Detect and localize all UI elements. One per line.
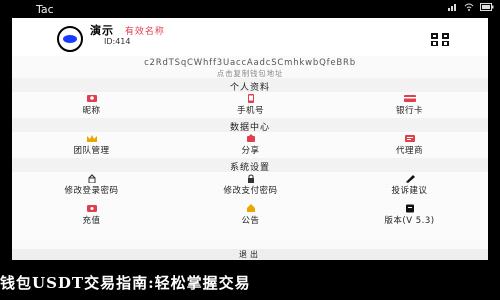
signal-icon xyxy=(448,4,456,11)
menu-share-label: 分享 xyxy=(241,146,260,156)
status-icons xyxy=(448,3,494,11)
section-title-data-center: 数据中心 xyxy=(12,118,488,133)
menu-nickname-label: 昵称 xyxy=(82,106,101,116)
settings-menu-row: 修改登录密码 修改支付密码 投诉建议 xyxy=(12,172,488,198)
section-title-profile: 个人资料 xyxy=(12,78,488,93)
caption-text: 钱包USDT交易指南:轻松掌握交易 xyxy=(0,274,251,292)
username-text: 演示 xyxy=(90,24,114,37)
battery-icon xyxy=(480,3,494,11)
login-lock-icon xyxy=(88,174,95,183)
qrcode-icon[interactable] xyxy=(431,33,451,46)
agent-icon xyxy=(404,135,415,142)
username: 演示 有效名称 xyxy=(90,22,165,38)
status-bar: Tac xyxy=(0,0,500,18)
notice-icon xyxy=(246,204,255,212)
menu-version[interactable]: 版本(V 5.3) xyxy=(330,198,489,240)
menu-notice-label: 公告 xyxy=(241,216,260,226)
wifi-icon xyxy=(464,3,474,11)
menu-bank-card-label: 银行卡 xyxy=(395,106,423,116)
profile-menu-row: 昵称 手机号 银行卡 xyxy=(12,92,488,118)
username-badge: 有效名称 xyxy=(124,27,165,37)
menu-agent[interactable]: 代理商 xyxy=(330,132,489,158)
menu-share[interactable]: 分享 xyxy=(171,132,330,158)
menu-nickname[interactable]: 昵称 xyxy=(12,92,171,118)
menu-team-management-label: 团队管理 xyxy=(73,146,110,156)
menu-feedback[interactable]: 投诉建议 xyxy=(330,172,489,198)
share-icon xyxy=(246,134,255,142)
feedback-icon xyxy=(405,175,415,183)
menu-bank-card[interactable]: 银行卡 xyxy=(330,92,489,118)
menu-notice[interactable]: 公告 xyxy=(171,198,330,240)
mine-page: 演示 有效名称 ID:414 c2RdTSqCWhff3UaccAadcSCmh… xyxy=(12,18,488,260)
bank-card-icon xyxy=(403,95,416,102)
menu-agent-label: 代理商 xyxy=(395,146,423,156)
menu-change-login-password-label: 修改登录密码 xyxy=(64,186,119,196)
pay-lock-icon xyxy=(247,174,254,183)
avatar[interactable] xyxy=(57,26,83,52)
menu-phone-label: 手机号 xyxy=(236,106,264,116)
menu-change-pay-password[interactable]: 修改支付密码 xyxy=(171,172,330,198)
logout-button[interactable]: 退出 xyxy=(12,249,488,260)
phone-icon xyxy=(247,94,254,103)
version-icon xyxy=(405,204,414,213)
menu-change-login-password[interactable]: 修改登录密码 xyxy=(12,172,171,198)
menu-change-pay-password-label: 修改支付密码 xyxy=(223,186,278,196)
wallet-address-value: c2RdTSqCWhff3UaccAadcSCmhkwbQfeBRb xyxy=(144,58,356,68)
profile-header: 演示 有效名称 ID:414 xyxy=(12,18,488,56)
user-id: ID:414 xyxy=(104,37,131,46)
menu-version-label: 版本(V 5.3) xyxy=(384,216,435,226)
wallet-address[interactable]: c2RdTSqCWhff3UaccAadcSCmhkwbQfeBRb 点击复制钱… xyxy=(12,56,488,78)
menu-feedback-label: 投诉建议 xyxy=(391,186,428,196)
crown-icon xyxy=(86,135,97,142)
profile-icon xyxy=(86,95,97,102)
menu-recharge-label: 充值 xyxy=(82,216,101,226)
menu-recharge[interactable]: 充值 xyxy=(12,198,171,240)
data-center-menu-row: 团队管理 分享 代理商 xyxy=(12,132,488,158)
menu-phone[interactable]: 手机号 xyxy=(171,92,330,118)
status-time: Tac xyxy=(36,3,54,16)
section-title-settings: 系统设置 xyxy=(12,158,488,173)
misc-menu-row: 充值 公告 版本(V 5.3) xyxy=(12,198,488,240)
menu-team-management[interactable]: 团队管理 xyxy=(12,132,171,158)
recharge-icon xyxy=(86,205,97,212)
